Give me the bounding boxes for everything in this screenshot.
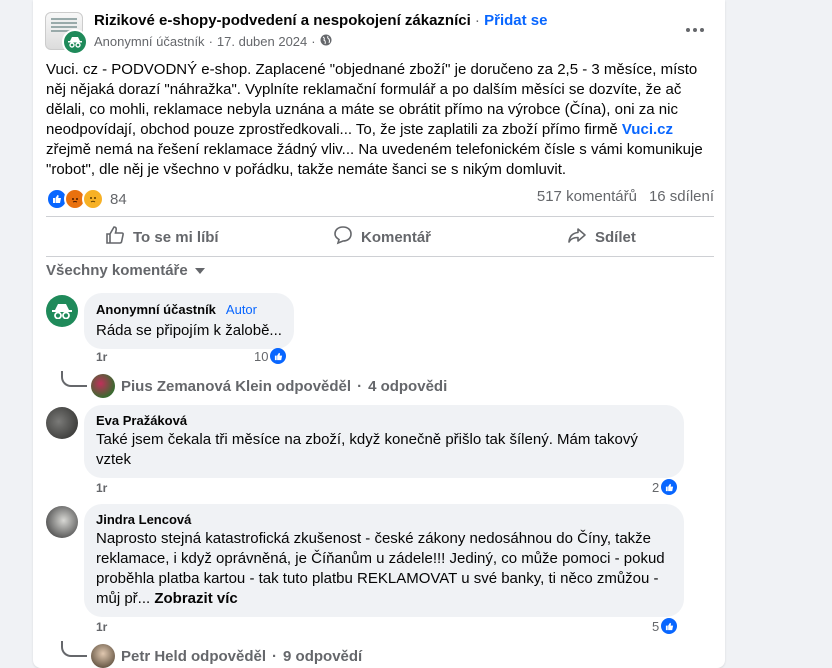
comments-count[interactable]: 517 komentářů: [537, 188, 637, 205]
share-button[interactable]: Sdílet: [567, 223, 636, 251]
comment-time[interactable]: 1r: [96, 350, 107, 364]
comment-sort-dropdown[interactable]: Všechny komentáře: [46, 262, 206, 279]
post-card: Rizikové e-shopy-podvedení a nespokojení…: [33, 0, 725, 668]
more-options-icon[interactable]: [681, 18, 709, 42]
comment-time[interactable]: 1r: [96, 481, 107, 495]
comment-icon: [333, 225, 353, 249]
comment-like-count: 5: [652, 618, 660, 634]
comment-bubble: Jindra Lencová Naprosto stejná katastrof…: [84, 504, 684, 617]
like-label: To se mi líbí: [133, 228, 219, 246]
comment-author[interactable]: Anonymní účastník: [96, 302, 216, 317]
post-link[interactable]: Vuci.cz: [622, 121, 673, 138]
comment-time[interactable]: 1r: [96, 620, 107, 634]
comment-sort-label: Všechny komentáře: [46, 262, 188, 279]
meta-separator: ·: [311, 34, 316, 49]
like-button[interactable]: To se mi líbí: [105, 223, 219, 251]
join-group-button[interactable]: Přidat se: [484, 12, 547, 29]
group-name-link[interactable]: Rizikové e-shopy-podvedení a nespokojení…: [94, 12, 471, 29]
globe-icon: [320, 34, 332, 49]
reply-connector: [61, 641, 87, 657]
view-replies-button[interactable]: Pius Zemanová Klein odpověděl · 4 odpově…: [91, 374, 447, 398]
comment-button[interactable]: Komentář: [333, 223, 431, 251]
comment-likes[interactable]: 2: [652, 479, 678, 495]
reply-separator: ·: [357, 377, 363, 395]
post-author[interactable]: Anonymní účastník: [94, 34, 205, 49]
avatar: [91, 374, 115, 398]
anonymous-avatar[interactable]: [46, 295, 78, 327]
post-date[interactable]: 17. duben 2024: [217, 34, 307, 49]
divider: [46, 216, 714, 217]
reply-connector: [61, 371, 87, 387]
see-more-button[interactable]: Zobrazit víc: [154, 590, 237, 607]
comment-author[interactable]: Jindra Lencová: [96, 512, 672, 527]
comment-header: Anonymní účastník Autor: [96, 301, 282, 319]
comment-likes[interactable]: 5: [652, 618, 678, 634]
reply-count: 4 odpovědi: [368, 377, 448, 395]
caret-down-icon: [194, 262, 206, 279]
post-body: Vuci. cz - PODVODNÝ e-shop. Zaplacené "o…: [46, 60, 714, 180]
divider: [46, 256, 714, 257]
post-meta: Anonymní účastník · 17. duben 2024 ·: [94, 34, 332, 49]
reply-separator: ·: [272, 647, 278, 665]
reactions-summary[interactable]: 84: [46, 188, 127, 210]
sad-reaction-icon: [82, 188, 104, 210]
comment-label: Komentář: [361, 228, 432, 246]
reaction-count: 84: [110, 190, 127, 208]
comment-like-count: 2: [652, 479, 660, 495]
group-name-row: Rizikové e-shopy-podvedení a nespokojení…: [94, 12, 547, 29]
shares-count[interactable]: 16 sdílení: [649, 188, 714, 205]
comment-bubble: Anonymní účastník Autor Ráda se připojím …: [84, 293, 294, 349]
reply-author-text: Pius Zemanová Klein odpověděl: [121, 377, 352, 395]
post-text-part2: zřejmě nemá na řešení reklamace žádný vl…: [46, 141, 703, 178]
reply-author-text: Petr Held odpověděl: [121, 647, 267, 665]
post-counts: 517 komentářů 16 sdílení: [537, 188, 714, 205]
avatar: [91, 644, 115, 668]
comment-text: Naprosto stejná katastrofická zkušenost …: [96, 529, 672, 609]
view-replies-button[interactable]: Petr Held odpověděl · 9 odpovědí: [91, 644, 362, 668]
share-icon: [567, 225, 587, 249]
avatar[interactable]: [46, 506, 78, 538]
comment-like-count: 10: [254, 348, 269, 364]
reply-count: 9 odpovědí: [283, 647, 363, 665]
avatar[interactable]: [46, 407, 78, 439]
share-label: Sdílet: [595, 228, 636, 246]
comment-text: Ráda se připojím k žalobě...: [96, 322, 282, 339]
like-reaction-icon: [661, 479, 678, 495]
comment-text: Také jsem čekala tři měsíce na zboží, kd…: [96, 431, 638, 468]
separator: ·: [470, 12, 485, 29]
anonymous-avatar-icon: [62, 29, 88, 55]
post-text-part1: Vuci. cz - PODVODNÝ e-shop. Zaplacené "o…: [46, 61, 698, 138]
like-reaction-icon: [270, 348, 287, 364]
like-reaction-icon: [661, 618, 678, 634]
author-badge: Autor: [225, 302, 257, 317]
thumbs-up-icon: [105, 225, 125, 249]
comment-author[interactable]: Eva Pražáková: [96, 413, 672, 428]
comment-bubble: Eva Pražáková Také jsem čekala tři měsíc…: [84, 405, 684, 478]
comment-likes[interactable]: 10: [254, 348, 287, 364]
meta-separator: ·: [208, 34, 213, 49]
